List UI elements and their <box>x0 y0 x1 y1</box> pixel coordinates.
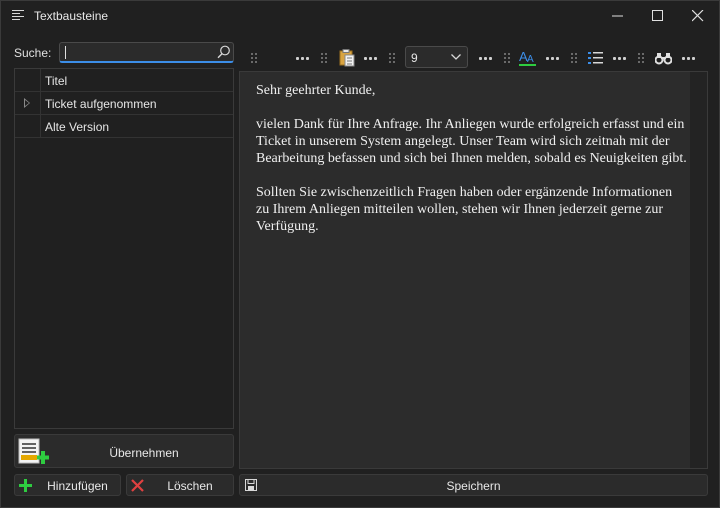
toolbar-grip[interactable] <box>321 53 327 63</box>
search-label: Suche: <box>14 46 52 60</box>
paste-icon[interactable] <box>339 49 355 67</box>
save-button-label: Speichern <box>446 479 501 493</box>
toolbar-overflow-button[interactable] <box>546 57 560 60</box>
toolbar-overflow-button[interactable] <box>296 57 310 60</box>
minimize-button[interactable] <box>598 1 638 31</box>
template-grid[interactable]: Titel Ticket aufgenommen Alte Version <box>14 68 234 429</box>
dialog-window: Textbausteine Suche: Titel Ticket aufgen… <box>0 0 720 508</box>
add-button[interactable]: Hinzufügen <box>14 474 121 496</box>
window-title: Textbausteine <box>34 9 109 23</box>
delete-button[interactable]: Löschen <box>126 474 234 496</box>
maximize-button[interactable] <box>638 1 678 31</box>
app-menu-icon[interactable] <box>12 10 24 21</box>
toolbar-overflow-button[interactable] <box>682 57 696 60</box>
minimize-icon <box>612 15 623 17</box>
toolbar-overflow-button[interactable] <box>364 57 378 60</box>
toolbar-grip[interactable] <box>571 53 577 63</box>
text-editor[interactable]: Sehr geehrter Kunde, vielen Dank für Ihr… <box>239 71 708 469</box>
apply-button[interactable]: Übernehmen <box>14 434 234 468</box>
delete-button-label: Löschen <box>167 479 213 493</box>
editor-content[interactable]: Sehr geehrter Kunde, vielen Dank für Ihr… <box>256 82 688 252</box>
font-size-value: 9 <box>411 51 418 65</box>
row-selector[interactable] <box>15 115 41 137</box>
chevron-down-icon <box>451 54 461 60</box>
editor-paragraph: vielen Dank für Ihre Anfrage. Ihr Anlieg… <box>256 117 687 166</box>
editor-paragraph: Sehr geehrter Kunde, <box>256 83 376 98</box>
apply-button-label: Übernehmen <box>109 446 179 460</box>
close-icon <box>692 10 704 22</box>
toolbar-grip[interactable] <box>251 53 257 63</box>
font-size-select[interactable]: 9 <box>405 46 468 68</box>
svg-text:A: A <box>527 54 534 65</box>
editor-paragraph: Sollten Sie zwischenzeitlich Fragen habe… <box>256 185 673 234</box>
toolbar-grip[interactable] <box>638 53 644 63</box>
toolbar-grip[interactable] <box>504 53 510 63</box>
search-input[interactable] <box>64 45 212 60</box>
maximize-icon <box>652 10 663 21</box>
column-header-title[interactable]: Titel <box>45 74 67 88</box>
plus-icon <box>19 479 32 492</box>
row-title[interactable]: Alte Version <box>45 120 109 134</box>
editor-scrollbar[interactable] <box>690 72 707 468</box>
save-button[interactable]: Speichern <box>239 474 708 496</box>
toolbar-overflow-button[interactable] <box>479 57 493 60</box>
editor-toolbar: 9 A A <box>239 45 709 71</box>
search-field[interactable] <box>59 42 234 63</box>
row-selector-header <box>15 69 41 91</box>
grid-header-row: Titel <box>15 69 233 92</box>
add-document-icon <box>18 438 49 464</box>
current-row-icon <box>24 98 30 108</box>
list-icon[interactable] <box>588 51 604 65</box>
row-title[interactable]: Ticket aufgenommen <box>45 97 157 111</box>
table-row[interactable]: Alte Version <box>15 115 233 138</box>
toolbar-overflow-button[interactable] <box>613 57 627 60</box>
row-selector[interactable] <box>15 92 41 114</box>
find-icon[interactable] <box>655 51 672 65</box>
search-icon[interactable] <box>217 45 231 59</box>
font-color-icon[interactable]: A A <box>519 49 537 67</box>
table-row[interactable]: Ticket aufgenommen <box>15 92 233 115</box>
close-button[interactable] <box>678 1 718 31</box>
add-button-label: Hinzufügen <box>47 479 108 493</box>
delete-icon <box>131 479 144 492</box>
toolbar-grip[interactable] <box>389 53 395 63</box>
title-bar[interactable]: Textbausteine <box>1 1 719 31</box>
